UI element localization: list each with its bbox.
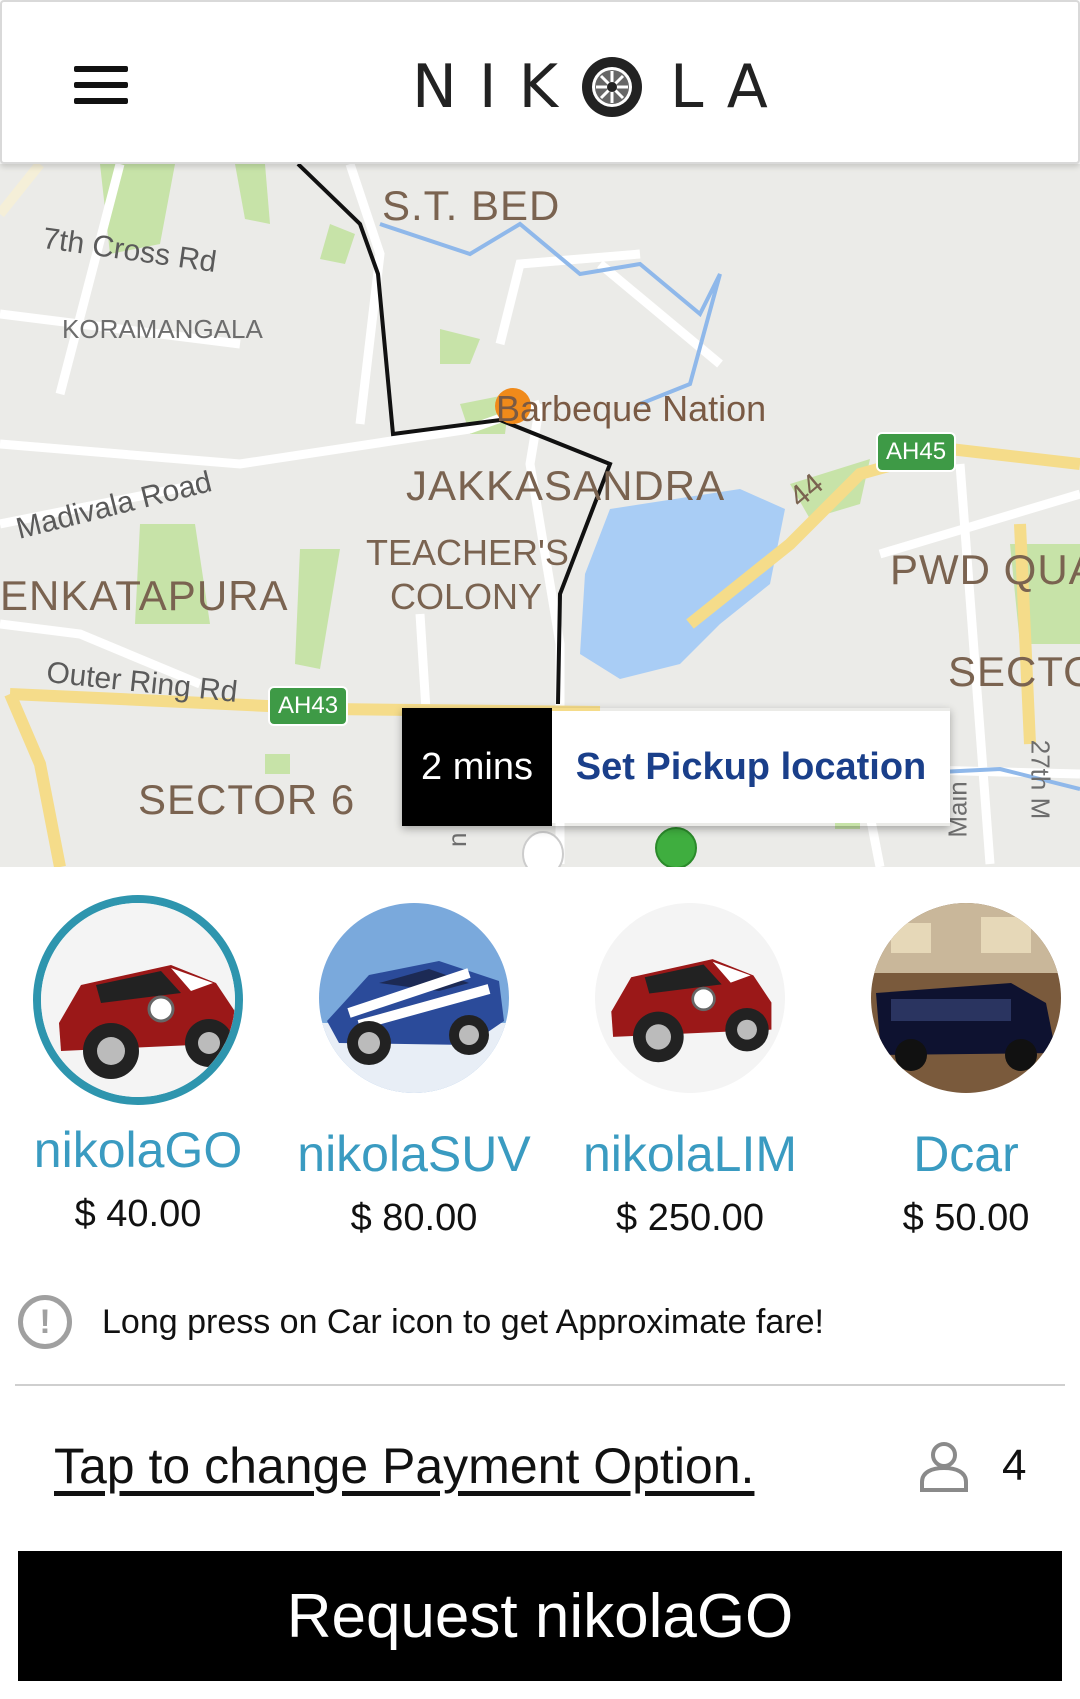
hamburger-menu-icon[interactable]: [64, 58, 134, 110]
exclamation-circle-icon: !: [18, 1295, 72, 1349]
logo-text-right: LA: [669, 52, 790, 122]
lake: [580, 489, 785, 679]
map-label-pwd: PWD QUA: [890, 546, 1080, 593]
person-icon: [920, 1442, 968, 1492]
app-screen: NIK LA S.T. BED 7th Cross Rd KORAMANGALA…: [0, 0, 1080, 1699]
payment-option-link[interactable]: Tap to change Payment Option.: [54, 1437, 754, 1495]
car-option-nikolago[interactable]: nikolaGO $ 40.00: [0, 895, 276, 1236]
car-option-nikolasuv[interactable]: nikolaSUV $ 80.00: [276, 895, 552, 1240]
map-label-teachers: TEACHER'S: [366, 532, 569, 573]
hint-text: Long press on Car icon to get Approximat…: [102, 1302, 824, 1341]
map-label-jakkasandra: JAKKASANDRA: [406, 462, 726, 509]
car-name: nikolaGO: [33, 1122, 243, 1178]
map-label-colony: COLONY: [390, 576, 543, 617]
map-label-venkatapura: ENKATAPURA: [0, 572, 289, 619]
map-label-ah45: AH45: [876, 432, 957, 472]
car-price: $ 250.00: [616, 1197, 764, 1239]
app-logo: NIK LA: [412, 52, 790, 122]
car-image-red-mini: [595, 903, 785, 1093]
car-price: $ 50.00: [902, 1197, 1030, 1239]
map-label-restaurant: Barbeque Nation: [496, 388, 767, 429]
car-option-dcar[interactable]: Dcar $ 50.00: [828, 895, 1080, 1240]
app-header: NIK LA: [0, 0, 1080, 164]
car-name: Dcar: [913, 1126, 1019, 1182]
car-image-blue-sports: [319, 903, 509, 1093]
seat-count[interactable]: 4: [918, 1440, 1026, 1492]
car-name: nikolaSUV: [297, 1126, 531, 1182]
seat-count-value: 4: [1002, 1441, 1027, 1490]
wheel-icon: [581, 57, 642, 117]
car-image-limousine: [871, 903, 1061, 1093]
car-name: nikolaLIM: [583, 1126, 797, 1182]
car-options: nikolaGO $ 40.00 nikolaSUV $ 80.00 nikol…: [0, 895, 1080, 1255]
map-label-ah43: AH43: [268, 686, 349, 726]
map-label-sector6: SECTOR 6: [138, 776, 356, 823]
divider: [15, 1384, 1065, 1386]
map-label-sector: SECTO: [948, 648, 1080, 695]
car-price: $ 80.00: [350, 1197, 478, 1239]
fare-hint: ! Long press on Car icon to get Approxim…: [18, 1295, 824, 1349]
set-pickup-label: Set Pickup location: [552, 711, 950, 823]
car-option-nikolalim[interactable]: nikolaLIM $ 250.00: [552, 895, 828, 1240]
map-label-koramangala: KORAMANGALA: [62, 314, 263, 344]
logo-text-left: NIK: [412, 52, 580, 122]
map-label-27th: 27th M: [1025, 739, 1056, 820]
car-price: $ 40.00: [74, 1193, 202, 1235]
eta-badge: 2 mins: [402, 708, 552, 826]
request-ride-button[interactable]: Request nikolaGO: [18, 1551, 1062, 1681]
set-pickup-button[interactable]: 2 mins Set Pickup location: [402, 708, 950, 826]
map-label-st-bed: S.T. BED: [382, 182, 561, 229]
car-image-red-mini: [33, 895, 243, 1105]
